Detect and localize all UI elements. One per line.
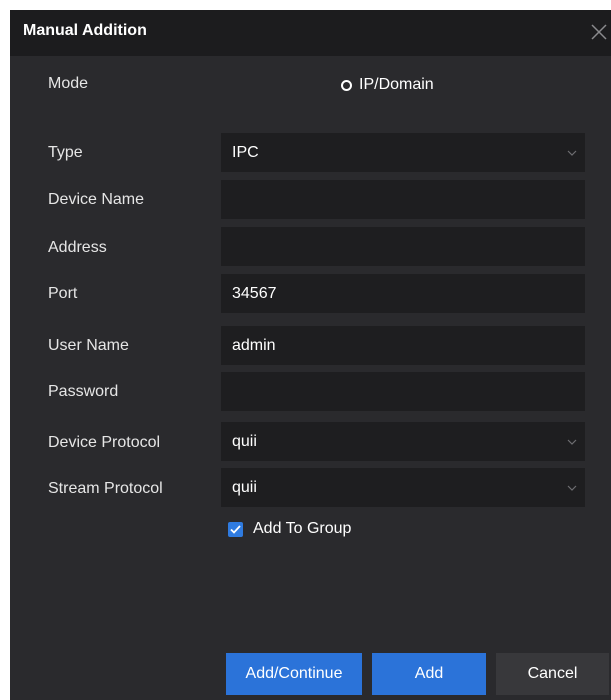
mode-ip-domain-radio[interactable]: IP/Domain — [341, 74, 434, 96]
address-label: Address — [48, 239, 107, 256]
mode-option-label: IP/Domain — [359, 76, 434, 93]
address-input[interactable] — [221, 227, 585, 266]
chevron-down-icon — [566, 422, 578, 461]
add-continue-button[interactable]: Add/Continue — [226, 653, 362, 695]
type-label: Type — [48, 144, 83, 161]
password-label: Password — [48, 383, 119, 400]
cancel-button[interactable]: Cancel — [496, 653, 609, 695]
device-protocol-value: quii — [232, 433, 257, 450]
user-name-input[interactable]: admin — [221, 326, 585, 365]
stream-protocol-select[interactable]: quii — [221, 468, 585, 507]
type-select[interactable]: IPC — [221, 133, 585, 172]
device-protocol-label: Device Protocol — [48, 434, 161, 451]
device-name-input[interactable] — [221, 180, 585, 219]
manual-addition-dialog: Manual Addition Mode IP/Domain Type IPC … — [10, 10, 611, 700]
check-icon — [228, 521, 243, 537]
type-value: IPC — [232, 144, 259, 161]
device-name-label: Device Name — [48, 191, 145, 208]
dialog-title: Manual Addition — [23, 22, 147, 39]
user-name-value: admin — [232, 337, 276, 354]
stream-protocol-label: Stream Protocol — [48, 480, 163, 497]
add-button[interactable]: Add — [372, 653, 486, 695]
user-name-label: User Name — [48, 337, 129, 354]
chevron-down-icon — [566, 133, 578, 172]
port-value: 34567 — [232, 285, 277, 302]
chevron-down-icon — [566, 468, 578, 507]
add-to-group-checkbox[interactable]: Add To Group — [228, 518, 351, 540]
port-label: Port — [48, 285, 78, 302]
dialog-titlebar: Manual Addition — [10, 10, 611, 56]
password-input[interactable] — [221, 372, 585, 411]
port-input[interactable]: 34567 — [221, 274, 585, 313]
mode-label: Mode — [48, 75, 89, 92]
stream-protocol-value: quii — [232, 479, 257, 496]
device-protocol-select[interactable]: quii — [221, 422, 585, 461]
add-to-group-label: Add To Group — [253, 520, 352, 537]
radio-icon — [341, 79, 352, 91]
close-icon[interactable] — [588, 21, 610, 43]
